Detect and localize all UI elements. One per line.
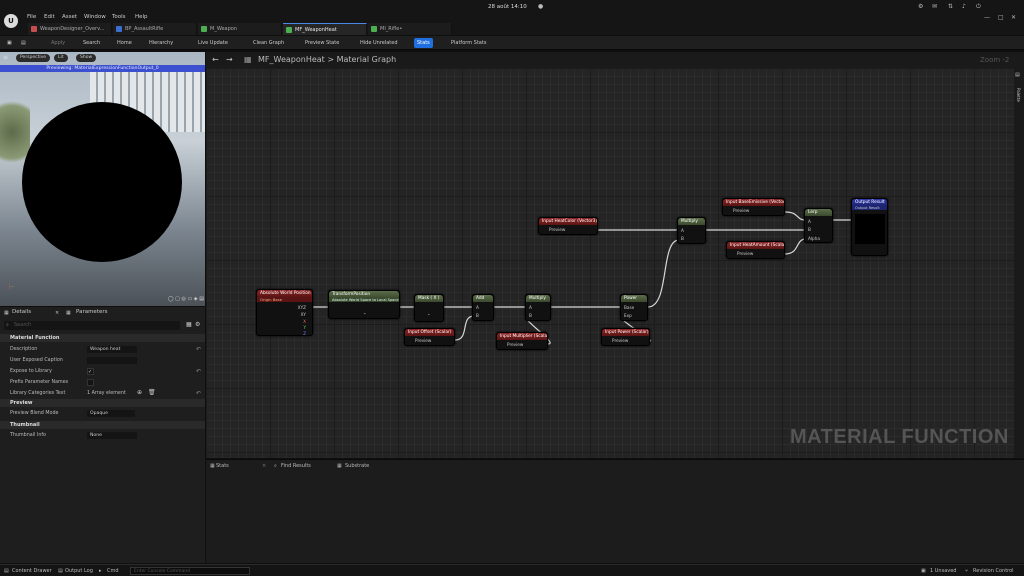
pin-preview[interactable]: Preview [737, 251, 753, 256]
node-title: Input HeatAmount (Scalar) [727, 242, 784, 249]
pin-preview[interactable]: Preview [733, 208, 749, 213]
expand-chevron-icon[interactable]: ⌄ [427, 311, 431, 316]
pin-y[interactable]: Y [303, 325, 306, 330]
expand-chevron-icon[interactable]: ⌄ [363, 310, 367, 315]
pin-b[interactable]: B [529, 313, 532, 318]
pin-xy[interactable]: XY [301, 312, 306, 317]
node-title: Multiply [526, 295, 550, 302]
node-title: Mask ( X ) [415, 295, 443, 302]
node-title: Input BaseEmissive (Vector3) [723, 199, 784, 206]
node-multiply[interactable]: Multiply A B [525, 294, 551, 321]
pin-z[interactable]: Z [303, 331, 306, 336]
pin-preview[interactable]: Preview [415, 338, 431, 343]
node-multiply-2[interactable]: Multiply A B [677, 217, 706, 244]
pin-a[interactable]: A [808, 219, 811, 224]
pin-b[interactable]: B [681, 236, 684, 241]
pin-preview[interactable]: Preview [612, 338, 628, 343]
node-input-heatcolor[interactable]: Input HeatColor (Vector3) Preview [538, 217, 598, 235]
output-log-button[interactable]: Output Log [65, 568, 93, 574]
pin-preview[interactable]: Preview [549, 227, 565, 232]
pin-exp[interactable]: Exp [624, 313, 632, 318]
stats-tab-icon: ▦ [210, 463, 215, 469]
content-drawer-button[interactable]: Content Drawer [12, 568, 52, 574]
node-add[interactable]: Add A B [472, 294, 494, 321]
substrate-icon: ▦ [337, 463, 342, 469]
unsaved-icon: ▣ [921, 568, 926, 574]
node-input-baseemissive[interactable]: Input BaseEmissive (Vector3) Preview [722, 198, 785, 216]
node-input-power[interactable]: Input Power (Scalar) Preview [601, 328, 650, 346]
revision-control-icon: ⑂ [965, 568, 969, 574]
stats-panel: ▦ Stats × ⌕ Find Results ▦ Substrate [206, 459, 1024, 563]
tab-find-results[interactable]: Find Results [281, 463, 311, 469]
node-subtitle: Output Result [852, 206, 887, 210]
node-power[interactable]: Power Base Exp [620, 294, 648, 321]
revision-control-button[interactable]: Revision Control [973, 568, 1014, 574]
pin-alpha[interactable]: Alpha [808, 236, 820, 241]
node-lerp[interactable]: Lerp A B Alpha [804, 208, 833, 243]
node-title: Lerp [805, 209, 832, 216]
node-input-offset[interactable]: Input Offset (Scalar) Preview [404, 328, 455, 346]
node-title: Add [473, 295, 493, 302]
node-input-heatamount[interactable]: Input HeatAmount (Scalar) Preview [726, 241, 785, 259]
pin-xyz[interactable]: XYZ [298, 305, 306, 310]
node-subtitle: Absolute World Space to Local Space [329, 298, 399, 302]
pin-a[interactable]: A [476, 305, 479, 310]
pin-b[interactable]: B [808, 227, 811, 232]
node-title: Multiply [678, 218, 705, 225]
pin-base[interactable]: Base [624, 305, 634, 310]
node-output-result[interactable]: Output Result Output Result [851, 198, 888, 256]
output-preview-swatch [855, 214, 885, 244]
cmd-icon: ▸ [99, 568, 102, 574]
node-title: Absolute World Position [257, 290, 312, 297]
cmd-selector[interactable]: Cmd [107, 568, 119, 574]
tab-stats[interactable]: Stats [216, 463, 229, 469]
tab-substrate[interactable]: Substrate [345, 463, 369, 469]
node-title: Output Result [852, 199, 887, 206]
status-bar: ▤ Content Drawer ▤ Output Log ▸ Cmd Ente… [0, 564, 1024, 576]
pin-a[interactable]: A [529, 305, 532, 310]
node-title: Input HeatColor (Vector3) [539, 218, 597, 225]
find-results-icon: ⌕ [274, 463, 277, 469]
pin-preview[interactable]: Preview [507, 342, 523, 347]
output-log-icon: ▤ [58, 568, 63, 574]
node-title: Input Multiplier (Scalar) [497, 333, 547, 340]
node-title: Input Power (Scalar) [602, 329, 649, 336]
node-input-multiplier[interactable]: Input Multiplier (Scalar) Preview [496, 332, 548, 350]
node-title: Input Offset (Scalar) [405, 329, 454, 336]
unsaved-indicator[interactable]: 1 Unsaved [930, 568, 956, 574]
node-absolute-world-position[interactable]: Absolute World Position Origin Base XYZ … [256, 289, 313, 336]
node-subtitle: Origin Base [257, 297, 312, 302]
console-command-input[interactable]: Enter Console Command [130, 567, 250, 575]
node-transform-position[interactable]: TransformPosition Absolute World Space t… [328, 290, 400, 319]
node-component-mask[interactable]: Mask ( X ) ⌄ [414, 294, 444, 322]
pin-x[interactable]: X [303, 319, 306, 324]
content-drawer-icon: ▤ [4, 568, 9, 574]
node-title: TransformPosition [329, 291, 399, 298]
pin-b[interactable]: B [476, 313, 479, 318]
node-title: Power [621, 295, 647, 302]
close-stats-icon[interactable]: × [262, 463, 266, 469]
pin-a[interactable]: A [681, 228, 684, 233]
